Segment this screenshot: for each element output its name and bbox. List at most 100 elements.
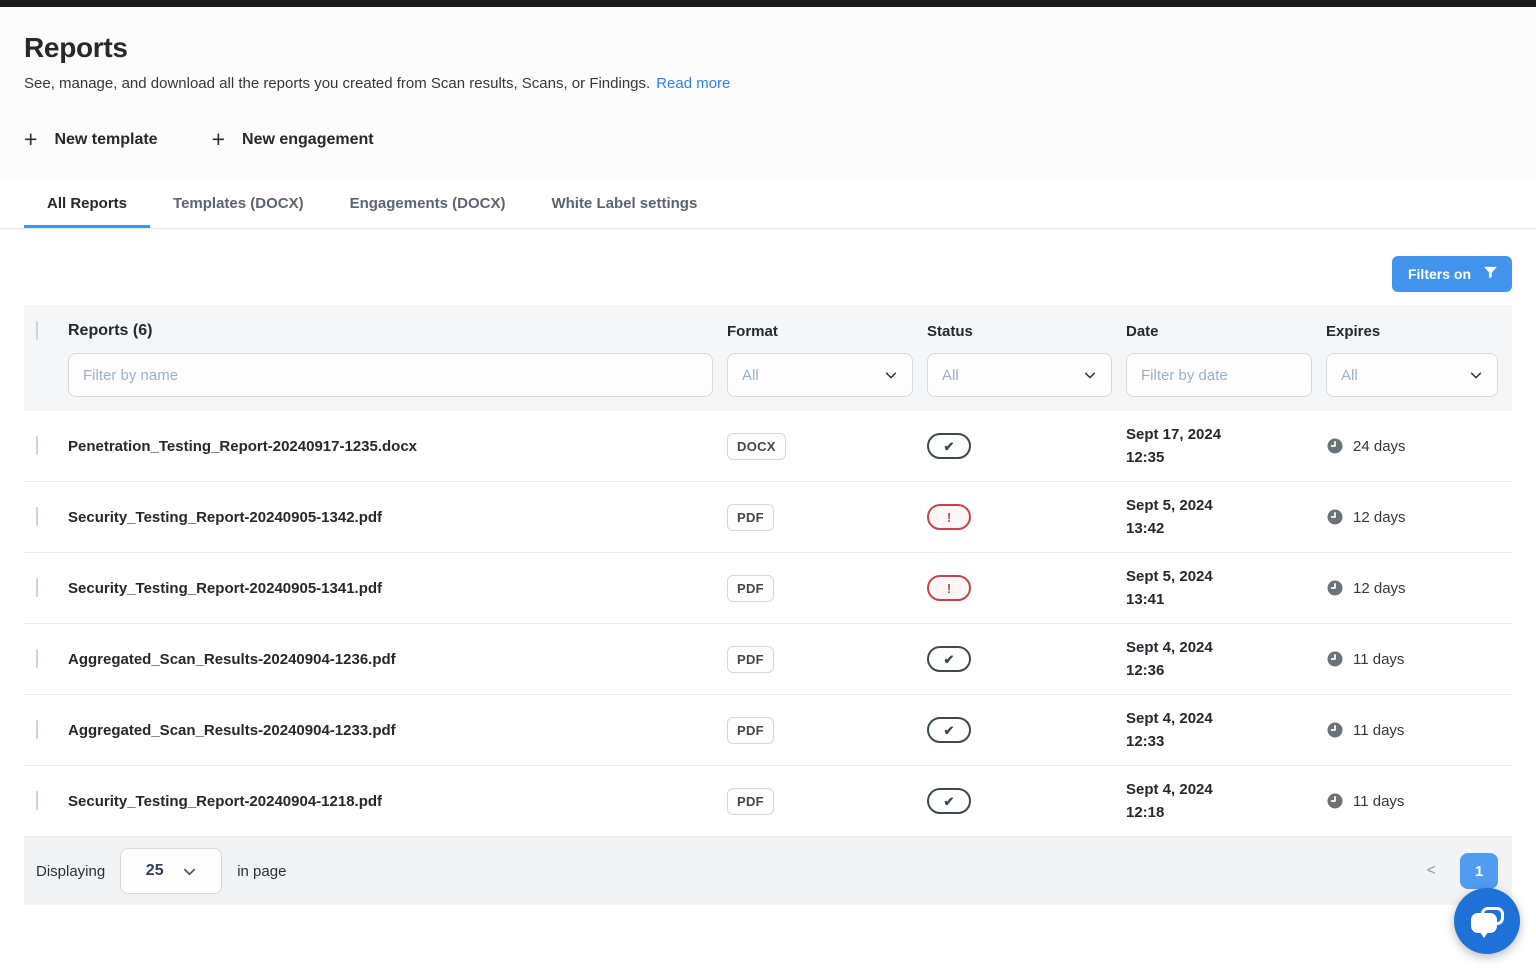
page-subtitle: See, manage, and download all the report… xyxy=(24,75,1512,92)
report-name[interactable]: Security_Testing_Report-20240905-1342.pd… xyxy=(68,509,727,526)
filter-funnel-icon xyxy=(1482,264,1499,284)
row-checkbox[interactable] xyxy=(36,791,38,810)
report-date: Sept 5, 2024 xyxy=(1126,565,1326,588)
date-cell: Sept 17, 2024 12:35 xyxy=(1126,423,1326,469)
date-cell: Sept 4, 2024 12:18 xyxy=(1126,778,1326,824)
reports-table: Reports (6) Format Status Date Expires A… xyxy=(24,305,1512,905)
table-row: Security_Testing_Report-20240905-1341.pd… xyxy=(24,553,1512,624)
format-badge: PDF xyxy=(727,646,774,673)
table-row: Aggregated_Scan_Results-20240904-1236.pd… xyxy=(24,624,1512,695)
report-name[interactable]: Security_Testing_Report-20240904-1218.pd… xyxy=(68,793,727,810)
tab-templates-docx[interactable]: Templates (DOCX) xyxy=(150,178,327,228)
plus-icon: + xyxy=(212,128,225,151)
in-page-label: in page xyxy=(237,863,286,880)
tab-engagements-docx[interactable]: Engagements (DOCX) xyxy=(327,178,529,228)
row-checkbox[interactable] xyxy=(36,436,38,455)
chat-bubble-front-icon xyxy=(1471,913,1497,933)
table-row: Aggregated_Scan_Results-20240904-1233.pd… xyxy=(24,695,1512,766)
chevron-down-icon xyxy=(884,368,898,382)
filters-on-button[interactable]: Filters on xyxy=(1392,256,1512,292)
status-success-icon: ✔ xyxy=(927,646,971,672)
filter-by-date-input[interactable] xyxy=(1126,353,1312,397)
format-filter-value: All xyxy=(742,367,759,384)
filter-by-name-input[interactable] xyxy=(68,353,713,397)
report-time: 12:18 xyxy=(1126,801,1326,824)
read-more-link[interactable]: Read more xyxy=(656,75,730,92)
column-header-status: Status xyxy=(927,323,1126,340)
format-badge: PDF xyxy=(727,575,774,602)
column-header-expires: Expires xyxy=(1326,323,1512,340)
clock-icon xyxy=(1326,721,1344,739)
format-badge: PDF xyxy=(727,788,774,815)
new-template-button[interactable]: + New template xyxy=(24,128,158,151)
report-time: 12:36 xyxy=(1126,659,1326,682)
row-checkbox[interactable] xyxy=(36,507,38,526)
status-filter-value: All xyxy=(942,367,959,384)
filters-row: Filters on xyxy=(24,256,1512,292)
date-cell: Sept 4, 2024 12:33 xyxy=(1126,707,1326,753)
page-size-select[interactable]: 25 xyxy=(120,848,222,894)
format-filter-select[interactable]: All xyxy=(727,353,913,397)
current-page-button[interactable]: 1 xyxy=(1460,853,1498,889)
chat-icon xyxy=(1471,907,1504,936)
expires-value: 12 days xyxy=(1353,509,1406,526)
plus-icon: + xyxy=(24,128,37,151)
tab-bar: All Reports Templates (DOCX) Engagements… xyxy=(0,178,1536,229)
expires-cell: 12 days xyxy=(1326,508,1512,526)
table-title: Reports (6) xyxy=(68,322,727,340)
report-date: Sept 4, 2024 xyxy=(1126,636,1326,659)
date-cell: Sept 5, 2024 13:42 xyxy=(1126,494,1326,540)
report-name[interactable]: Security_Testing_Report-20240905-1341.pd… xyxy=(68,580,727,597)
clock-icon xyxy=(1326,650,1344,668)
previous-page-button[interactable]: < xyxy=(1427,862,1436,880)
select-all-checkbox[interactable] xyxy=(36,321,38,340)
report-name[interactable]: Aggregated_Scan_Results-20240904-1236.pd… xyxy=(68,651,727,668)
date-cell: Sept 4, 2024 12:36 xyxy=(1126,636,1326,682)
report-date: Sept 5, 2024 xyxy=(1126,494,1326,517)
expires-filter-select[interactable]: All xyxy=(1326,353,1498,397)
status-error-icon: ! xyxy=(927,575,971,601)
report-time: 13:41 xyxy=(1126,588,1326,611)
status-success-icon: ✔ xyxy=(927,788,971,814)
page-size-value: 25 xyxy=(146,862,164,880)
report-time: 12:35 xyxy=(1126,446,1326,469)
new-engagement-button[interactable]: + New engagement xyxy=(212,128,374,151)
table-header: Reports (6) Format Status Date Expires A… xyxy=(24,305,1512,411)
tab-all-reports[interactable]: All Reports xyxy=(24,178,150,228)
new-template-label: New template xyxy=(54,131,157,149)
table-footer: Displaying 25 in page < 1 xyxy=(24,837,1512,905)
expires-cell: 11 days xyxy=(1326,650,1512,668)
expires-value: 11 days xyxy=(1353,793,1404,810)
page-header: Reports See, manage, and download all th… xyxy=(0,7,1536,178)
expires-value: 12 days xyxy=(1353,580,1406,597)
status-filter-select[interactable]: All xyxy=(927,353,1112,397)
column-header-format: Format xyxy=(727,323,927,340)
new-engagement-label: New engagement xyxy=(242,131,374,149)
clock-icon xyxy=(1326,792,1344,810)
page-title: Reports xyxy=(24,32,1512,64)
format-badge: DOCX xyxy=(727,433,786,460)
table-filter-row: All All All xyxy=(24,353,1512,411)
status-success-icon: ✔ xyxy=(927,433,971,459)
report-date: Sept 4, 2024 xyxy=(1126,707,1326,730)
page-subtitle-text: See, manage, and download all the report… xyxy=(24,75,650,92)
expires-cell: 11 days xyxy=(1326,721,1512,739)
row-checkbox[interactable] xyxy=(36,649,38,668)
expires-value: 11 days xyxy=(1353,722,1404,739)
expires-filter-value: All xyxy=(1341,367,1358,384)
column-header-date: Date xyxy=(1126,323,1326,340)
chevron-down-icon xyxy=(1083,368,1097,382)
chevron-down-icon xyxy=(1469,368,1483,382)
tab-white-label-settings[interactable]: White Label settings xyxy=(528,178,720,228)
filters-on-label: Filters on xyxy=(1408,266,1471,282)
displaying-label: Displaying xyxy=(36,863,105,880)
format-badge: PDF xyxy=(727,504,774,531)
report-name[interactable]: Penetration_Testing_Report-20240917-1235… xyxy=(68,438,727,455)
chat-widget-button[interactable] xyxy=(1454,888,1520,954)
clock-icon xyxy=(1326,508,1344,526)
report-name[interactable]: Aggregated_Scan_Results-20240904-1233.pd… xyxy=(68,722,727,739)
clock-icon xyxy=(1326,437,1344,455)
report-date: Sept 17, 2024 xyxy=(1126,423,1326,446)
row-checkbox[interactable] xyxy=(36,720,38,739)
row-checkbox[interactable] xyxy=(36,578,38,597)
